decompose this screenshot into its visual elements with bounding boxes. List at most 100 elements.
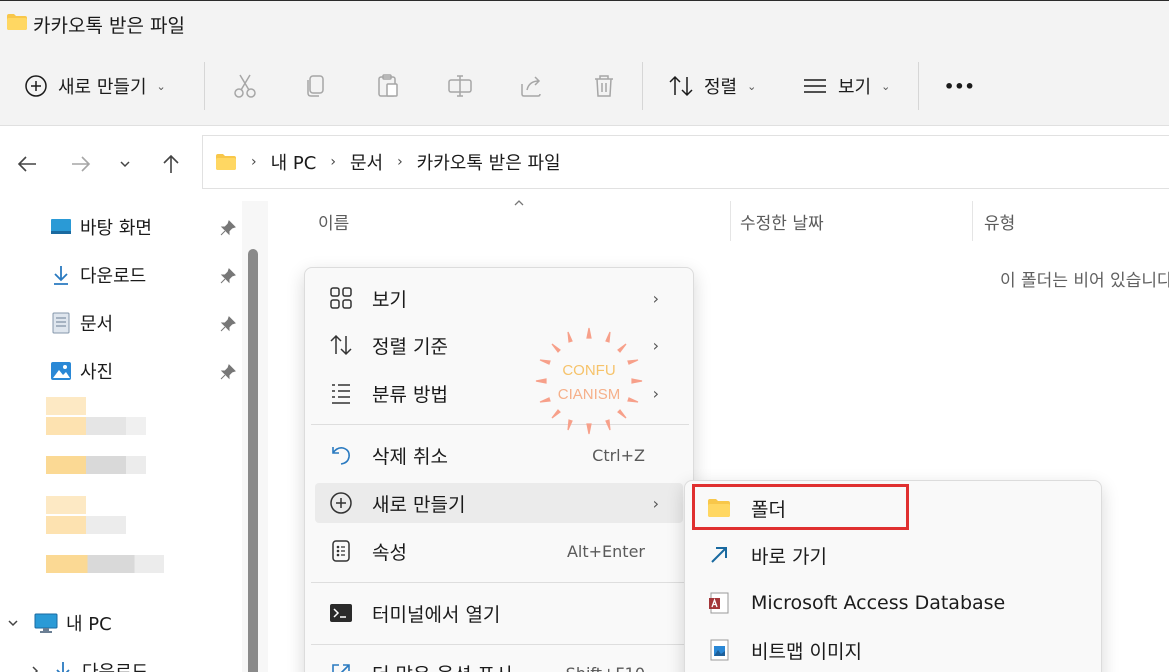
up-button[interactable] (156, 149, 186, 179)
column-divider[interactable] (730, 201, 731, 241)
view-button[interactable]: 보기 ⌄ (802, 46, 890, 126)
paste-icon[interactable] (374, 72, 402, 100)
blurred-item (46, 456, 146, 474)
sidebar-item-desktop[interactable]: 바탕 화면 (50, 212, 152, 242)
submenu-item-label: 비트맵 이미지 (751, 640, 862, 663)
download-icon (56, 662, 70, 672)
menu-item-properties[interactable]: 속성 Alt+Enter (315, 531, 683, 571)
menu-item-open-in-terminal[interactable]: 터미널에서 열기 (315, 593, 683, 633)
breadcrumb-this-pc[interactable]: 내 PC (271, 149, 317, 175)
list-view-icon (804, 79, 826, 93)
grid-view-icon (330, 287, 352, 309)
breadcrumb-separator: › (397, 154, 403, 170)
blurred-item (46, 496, 86, 514)
rename-icon[interactable] (446, 72, 474, 100)
view-button-label: 보기 (838, 77, 872, 98)
sort-button-label: 정렬 (704, 77, 738, 98)
download-icon (54, 266, 68, 285)
menu-item-label: 분류 방법 (372, 383, 448, 406)
share-icon[interactable] (518, 72, 546, 100)
divider (918, 62, 919, 110)
blurred-item (46, 555, 164, 573)
menu-item-undo-delete[interactable]: 삭제 취소 Ctrl+Z (315, 435, 683, 475)
terminal-icon (330, 604, 352, 622)
sort-button[interactable]: 정렬 ⌄ (668, 46, 756, 126)
submenu-item-bitmap-image[interactable]: 비트맵 이미지 (693, 629, 1093, 671)
forward-button[interactable] (66, 149, 96, 179)
sidebar-item-pictures[interactable]: 사진 (50, 356, 113, 386)
submenu-item-label: 바로 가기 (751, 545, 827, 568)
navigation-row: › 내 PC › 문서 › 카카오톡 받은 파일 (0, 127, 1169, 201)
sidebar-item-label: 내 PC (66, 614, 112, 635)
delete-icon[interactable] (590, 72, 618, 100)
pin-icon[interactable] (220, 268, 236, 284)
menu-item-show-more-options[interactable]: 더 많은 옵션 표시 Shift+F10 (315, 653, 683, 672)
column-header-type[interactable]: 유형 (984, 201, 1015, 241)
column-divider[interactable] (972, 201, 973, 241)
chevron-down-icon (120, 161, 130, 168)
submenu-item-access-database[interactable]: Microsoft Access Database (693, 582, 1093, 624)
arrow-left-icon (17, 156, 36, 172)
watermark-text: CIANISM (557, 386, 621, 403)
sidebar-scrollbar-thumb[interactable] (248, 249, 258, 672)
menu-item-label: 삭제 취소 (372, 445, 448, 468)
breadcrumb-separator: › (330, 154, 336, 170)
menu-item-new[interactable]: 새로 만들기 › (315, 483, 683, 523)
menu-item-view[interactable]: 보기 › (315, 278, 683, 318)
column-header-date-modified[interactable]: 수정한 날짜 (740, 201, 824, 241)
cut-icon[interactable] (231, 72, 259, 100)
chevron-right-icon: › (652, 335, 659, 355)
navigation-pane: 바탕 화면 다운로드 문서 사진 내 PC 다운로드 (0, 201, 268, 672)
sidebar-item-documents[interactable]: 문서 (50, 308, 113, 338)
divider (204, 62, 205, 110)
submenu-item-shortcut[interactable]: 바로 가기 (693, 534, 1093, 576)
sort-icon (330, 334, 352, 356)
sidebar-item-downloads[interactable]: 다운로드 (50, 260, 146, 290)
folder-icon (216, 154, 236, 170)
sidebar-item-this-pc-downloads[interactable]: 다운로드 (30, 656, 148, 672)
back-button[interactable] (12, 149, 42, 179)
pin-icon[interactable] (220, 220, 236, 236)
arrow-right-icon (72, 156, 91, 172)
recent-locations-button[interactable] (110, 149, 140, 179)
more-options-button[interactable]: ••• (944, 46, 975, 126)
arrow-up-icon (163, 154, 179, 173)
highlight-annotation (692, 484, 909, 530)
pin-icon[interactable] (220, 364, 236, 380)
more-icon: ••• (944, 76, 975, 96)
breadcrumb-current-folder[interactable]: 카카오톡 받은 파일 (417, 149, 561, 175)
menu-item-label: 속성 (372, 541, 407, 564)
properties-icon (332, 540, 350, 562)
menu-item-shortcut: Ctrl+Z (592, 445, 645, 465)
command-bar: 새로 만들기 ⌄ 정렬 ⌄ 보기 ⌄ ••• (0, 46, 1169, 126)
copy-icon[interactable] (302, 72, 330, 100)
sidebar-item-label: 문서 (80, 314, 114, 335)
sidebar-item-label: 다운로드 (82, 658, 148, 672)
breadcrumb-separator: › (251, 154, 257, 170)
menu-item-shortcut: Shift+F10 (566, 664, 645, 672)
menu-item-label: 정렬 기준 (372, 335, 448, 358)
address-bar[interactable]: › 내 PC › 문서 › 카카오톡 받은 파일 (202, 135, 1169, 189)
breadcrumb-documents[interactable]: 문서 (350, 149, 383, 175)
desktop-icon (51, 219, 71, 234)
access-database-icon (709, 592, 729, 614)
menu-divider (311, 644, 689, 645)
watermark-text: CONFU (562, 362, 616, 379)
title-bar: 카카오톡 받은 파일 (0, 0, 1169, 46)
menu-item-label: 새로 만들기 (372, 493, 466, 516)
sort-ascending-icon (514, 200, 524, 206)
menu-item-shortcut: Alt+Enter (566, 541, 645, 561)
menu-item-label: 터미널에서 열기 (372, 603, 501, 626)
pin-icon[interactable] (220, 316, 236, 332)
sidebar-item-this-pc[interactable]: 내 PC (6, 608, 112, 638)
open-new-icon (332, 664, 350, 672)
sidebar-item-label: 사진 (80, 362, 114, 383)
folder-icon (6, 13, 28, 36)
sort-icon (669, 75, 693, 97)
menu-divider (311, 582, 689, 583)
chevron-right-icon: › (652, 383, 659, 403)
column-header-name[interactable]: 이름 (318, 201, 349, 241)
blurred-item (46, 397, 86, 415)
new-button[interactable]: 새로 만들기 ⌄ (24, 46, 166, 126)
undo-icon (332, 447, 350, 465)
